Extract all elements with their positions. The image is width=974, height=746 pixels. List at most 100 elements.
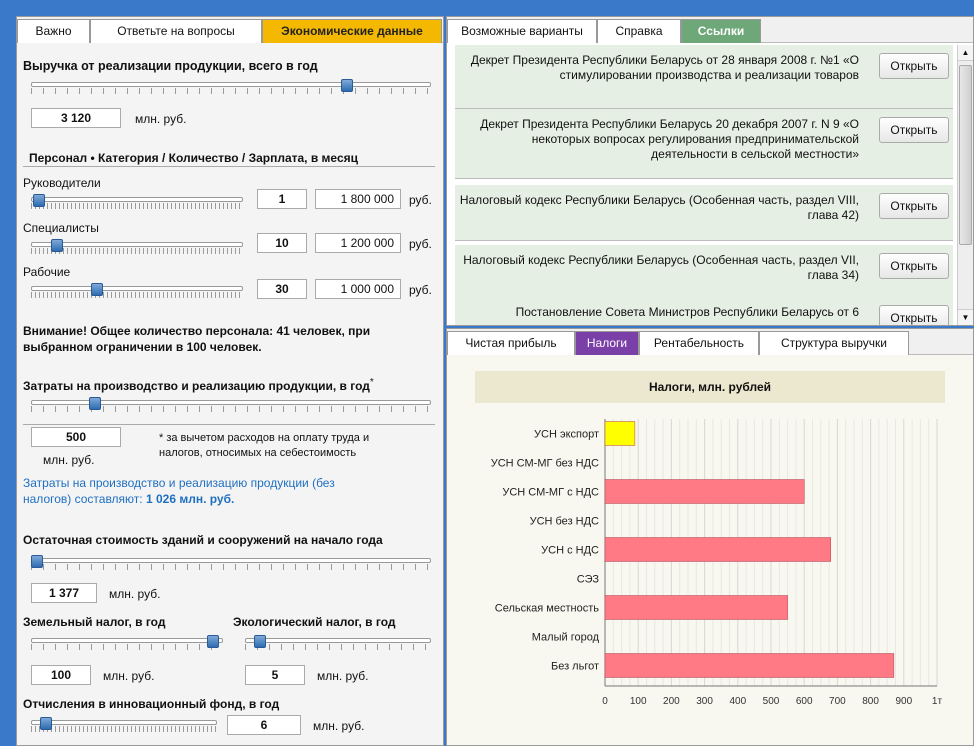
x-tick-label: 0: [602, 696, 608, 707]
slider-thumb[interactable]: [39, 717, 52, 730]
slider-thumb[interactable]: [253, 635, 266, 648]
tab-help[interactable]: Справка: [597, 19, 681, 43]
tab-links[interactable]: Ссылки: [681, 19, 761, 43]
open-button[interactable]: Открыть: [879, 53, 949, 79]
link-text[interactable]: Постановление Совета Министров Республик…: [455, 305, 859, 320]
buildings-slider[interactable]: [31, 555, 431, 570]
x-tick-label: 800: [862, 696, 879, 707]
slider-thumb[interactable]: [33, 194, 45, 207]
category-label: Без льгот: [551, 661, 599, 673]
tab-economic-data[interactable]: Экономические данные: [262, 19, 442, 43]
tab-revenue-structure[interactable]: Структура выручки: [759, 331, 909, 355]
costs-slider[interactable]: [31, 397, 431, 412]
buildings-title: Остаточная стоимость зданий и сооружений…: [23, 533, 383, 547]
personnel-label-workers: Рабочие: [23, 265, 71, 279]
eco-unit: млн. руб.: [317, 669, 369, 683]
x-tick-label: 600: [796, 696, 813, 707]
x-tick-label: 700: [829, 696, 846, 707]
specialists-count-input[interactable]: 10: [257, 233, 307, 253]
revenue-slider[interactable]: [31, 79, 431, 94]
category-label: Малый город: [532, 632, 600, 644]
tab-variants[interactable]: Возможные варианты: [447, 19, 597, 43]
buildings-input[interactable]: 1 377: [31, 583, 97, 603]
land-slider[interactable]: [31, 635, 223, 650]
tab-profitability[interactable]: Рентабельность: [639, 331, 759, 355]
links-panel: Возможные варианты Справка Ссылки Декрет…: [446, 16, 974, 326]
costs-note: * за вычетом расходов на оплату труда и …: [159, 432, 370, 459]
category-label: УСН СМ-МГ с НДС: [502, 487, 599, 499]
revenue-input[interactable]: 3 120: [31, 108, 121, 128]
category-label: УСН СМ-МГ без НДС: [491, 458, 599, 470]
managers-count-input[interactable]: 1: [257, 189, 307, 209]
specialists-salary-input[interactable]: 1 200 000: [315, 233, 401, 253]
category-label: СЭЗ: [577, 574, 600, 586]
link-text[interactable]: Декрет Президента Республики Беларусь от…: [455, 53, 859, 83]
link-text[interactable]: Декрет Президента Республики Беларусь 20…: [455, 117, 859, 162]
workers-salary-input[interactable]: 1 000 000: [315, 279, 401, 299]
bar: [604, 479, 805, 504]
slider-thumb[interactable]: [91, 283, 103, 296]
category-label: УСН без НДС: [530, 516, 599, 528]
managers-salary-input[interactable]: 1 800 000: [315, 189, 401, 209]
costs-unit: млн. руб.: [43, 453, 95, 467]
x-tick-label: 100: [630, 696, 647, 707]
open-button[interactable]: Открыть: [879, 253, 949, 279]
chart-title: Налоги, млн. рублей: [475, 371, 945, 403]
link-text[interactable]: Налоговый кодекс Республики Беларусь (Ос…: [455, 193, 859, 223]
scroll-up-icon[interactable]: ▲: [958, 45, 973, 61]
innov-slider[interactable]: [31, 717, 217, 732]
personnel-label-specialists: Специалисты: [23, 221, 99, 235]
land-input[interactable]: 100: [31, 665, 91, 685]
slider-thumb[interactable]: [341, 79, 354, 92]
bar: [604, 537, 832, 562]
innov-input[interactable]: 6: [227, 715, 301, 735]
workers-unit: руб.: [409, 283, 432, 297]
workers-count-input[interactable]: 30: [257, 279, 307, 299]
eco-slider[interactable]: [245, 635, 431, 650]
slider-thumb[interactable]: [51, 239, 63, 252]
costs-total: Затраты на производство и реализацию про…: [23, 476, 335, 506]
workers-slider[interactable]: [31, 283, 243, 298]
category-label: УСН с НДС: [541, 545, 599, 557]
taxes-bar-chart: УСН экспорт УСН СМ-МГ без НДС УСН СМ-МГ с …: [491, 419, 943, 707]
personnel-title: Персонал • Категория / Количество / Зарп…: [29, 151, 359, 165]
slider-thumb[interactable]: [207, 635, 220, 648]
specialists-slider[interactable]: [31, 239, 243, 254]
open-button[interactable]: Открыть: [879, 117, 949, 143]
link-item: Налоговый кодекс Республики Беларусь (Ос…: [455, 245, 953, 301]
innov-unit: млн. руб.: [313, 719, 365, 733]
slider-thumb[interactable]: [89, 397, 102, 410]
scroll-thumb[interactable]: [959, 65, 972, 245]
x-tick-label: 900: [895, 696, 912, 707]
tab-net-profit[interactable]: Чистая прибыль: [447, 331, 575, 355]
links-scrollbar[interactable]: ▲ ▼: [957, 45, 973, 325]
x-tick-label: 300: [696, 696, 713, 707]
tab-questions[interactable]: Ответьте на вопросы: [90, 19, 262, 43]
link-item: Декрет Президента Республики Беларусь 20…: [455, 109, 953, 179]
open-button[interactable]: Открыть: [879, 305, 949, 325]
costs-input[interactable]: 500: [31, 427, 121, 447]
link-item: Налоговый кодекс Республики Беларусь (Ос…: [455, 185, 953, 241]
scroll-down-icon[interactable]: ▼: [958, 309, 973, 325]
innov-title: Отчисления в инновационный фонд, в год: [23, 697, 280, 711]
link-text[interactable]: Налоговый кодекс Республики Беларусь (Ос…: [455, 253, 859, 283]
managers-unit: руб.: [409, 193, 432, 207]
category-label: Сельская местность: [495, 603, 599, 615]
land-title: Земельный налог, в год: [23, 615, 166, 629]
eco-input[interactable]: 5: [245, 665, 305, 685]
x-tick-label: 1т: [932, 696, 943, 707]
slider-thumb[interactable]: [31, 555, 43, 568]
revenue-title: Выручка от реализации продукции, всего в…: [23, 59, 318, 73]
x-tick-label: 400: [729, 696, 746, 707]
managers-slider[interactable]: [31, 194, 243, 209]
bar: [604, 595, 788, 620]
bar: [604, 653, 895, 678]
category-label: УСН экспорт: [534, 429, 599, 441]
open-button[interactable]: Открыть: [879, 193, 949, 219]
link-item: Декрет Президента Республики Беларусь от…: [455, 45, 953, 109]
link-item: Постановление Совета Министров Республик…: [455, 297, 953, 325]
personnel-label-managers: Руководители: [23, 176, 101, 190]
specialists-unit: руб.: [409, 237, 432, 251]
tab-taxes[interactable]: Налоги: [575, 331, 639, 355]
tab-important[interactable]: Важно: [17, 19, 90, 43]
